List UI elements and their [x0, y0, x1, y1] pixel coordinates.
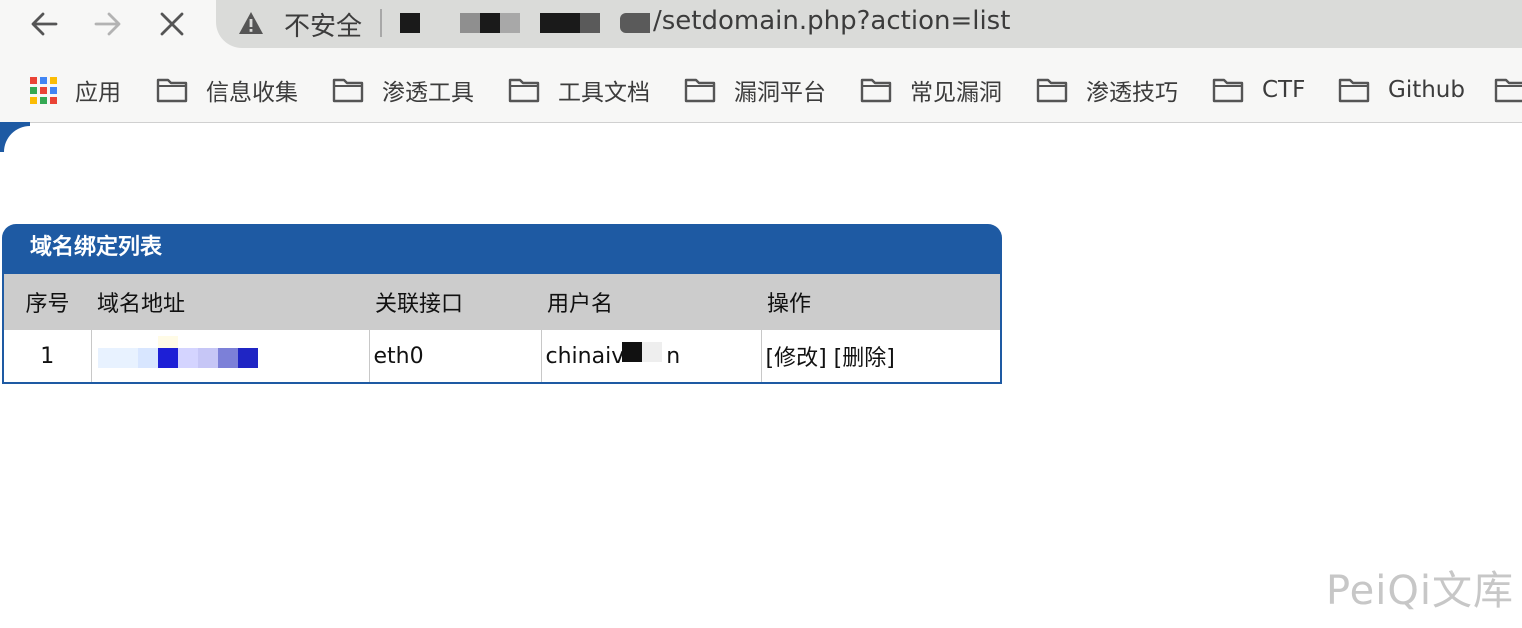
interface-cell: eth0	[368, 330, 541, 383]
column-header: 序号	[3, 272, 91, 330]
folder-icon	[508, 77, 540, 103]
apps-grid-icon	[30, 76, 57, 104]
bookmark-label: 渗透技巧	[1086, 80, 1178, 106]
bookmark-label: 应用	[75, 80, 121, 106]
bookmark-label: 信息收集	[206, 80, 298, 106]
domain-binding-table: 序号 域名地址 关联接口 用户名 操作 1 eth0 chinaiv n [修改…	[2, 272, 1002, 384]
redacted-username	[641, 342, 662, 362]
column-header: 关联接口	[369, 272, 541, 330]
bookmark-label: CTF	[1262, 77, 1306, 103]
bookmark-label: 常见漏洞	[910, 80, 1002, 106]
column-header: 域名地址	[91, 272, 369, 330]
folder-icon	[684, 77, 716, 103]
row-index: 1	[3, 330, 91, 383]
arrow-left-icon	[31, 12, 58, 36]
forward-button[interactable]	[88, 4, 128, 44]
bookmark-label: 渗透工具	[382, 80, 474, 106]
bookmark-folder[interactable]: Github	[1338, 72, 1465, 108]
folder-icon	[860, 77, 892, 103]
redacted-username	[621, 342, 642, 362]
security-label[interactable]: 不安全	[284, 6, 362, 43]
browser-toolbar: 不安全 /setdomain.php?action=list	[0, 0, 1522, 58]
bookmark-folder[interactable]: 漏洞平台	[684, 72, 826, 108]
redacted-host	[620, 13, 650, 33]
redacted-host	[480, 13, 500, 33]
bookmark-folder[interactable]: 渗透工具	[332, 72, 474, 108]
bookmark-folder[interactable]: 信息收集	[156, 72, 298, 108]
bookmark-folder[interactable]: CTF	[1212, 72, 1305, 108]
bookmark-folder[interactable]: 工具文档	[508, 72, 650, 108]
address-bar[interactable]: 不安全 /setdomain.php?action=list	[216, 0, 1522, 48]
redacted-domain	[96, 336, 336, 370]
url-path[interactable]: /setdomain.php?action=list	[653, 6, 1010, 36]
bookmarks-bar: 应用 信息收集 渗透工具 工具文档 漏洞平台 常见漏洞 渗透技巧 CTF Git…	[0, 58, 1522, 123]
username-cell: chinaiv n	[540, 330, 761, 383]
column-header: 操作	[761, 272, 1001, 330]
bookmark-label: Github	[1388, 77, 1465, 103]
redacted-host	[540, 13, 580, 33]
folder-icon	[156, 77, 188, 103]
bookmark-folder[interactable]: 常见漏洞	[860, 72, 1002, 108]
redacted-host	[500, 13, 520, 33]
actions-cell: [修改] [删除]	[760, 330, 1001, 383]
folder-icon	[1212, 77, 1244, 103]
page-frame-corner	[0, 122, 44, 166]
bookmark-folder[interactable]: 渗透技巧	[1036, 72, 1178, 108]
arrow-right-icon	[94, 12, 121, 36]
column-header: 用户名	[541, 272, 761, 330]
close-icon	[160, 12, 184, 36]
stop-loading-button[interactable]	[152, 4, 192, 44]
bookmark-apps[interactable]: 应用	[30, 72, 121, 108]
folder-icon	[1036, 77, 1068, 103]
table-header-row: 序号 域名地址 关联接口 用户名 操作	[3, 272, 1001, 330]
delete-link[interactable]: [删除]	[834, 346, 895, 371]
username-text: chinaiv	[545, 343, 625, 369]
bookmark-label: 漏洞平台	[734, 80, 826, 106]
domain-cell	[90, 330, 369, 383]
bookmark-label: 工具文档	[558, 80, 650, 106]
table-row: 1 eth0 chinaiv n [修改] [删除]	[3, 330, 1001, 383]
redacted-host	[580, 13, 600, 33]
edit-link[interactable]: [修改]	[766, 346, 827, 371]
bookmark-folder-overflow[interactable]	[1494, 72, 1522, 108]
domain-binding-panel: 域名绑定列表 序号 域名地址 关联接口 用户名 操作 1 eth0 chinai…	[2, 224, 1002, 384]
warning-icon	[239, 12, 263, 34]
panel-title: 域名绑定列表	[2, 224, 1002, 272]
back-button[interactable]	[24, 4, 64, 44]
folder-icon	[332, 77, 364, 103]
watermark: PeiQi文库	[1325, 568, 1514, 614]
folder-icon	[1494, 77, 1522, 103]
redacted-host	[400, 13, 420, 33]
redacted-host	[460, 13, 480, 33]
folder-icon	[1338, 77, 1370, 103]
address-separator	[380, 9, 382, 37]
